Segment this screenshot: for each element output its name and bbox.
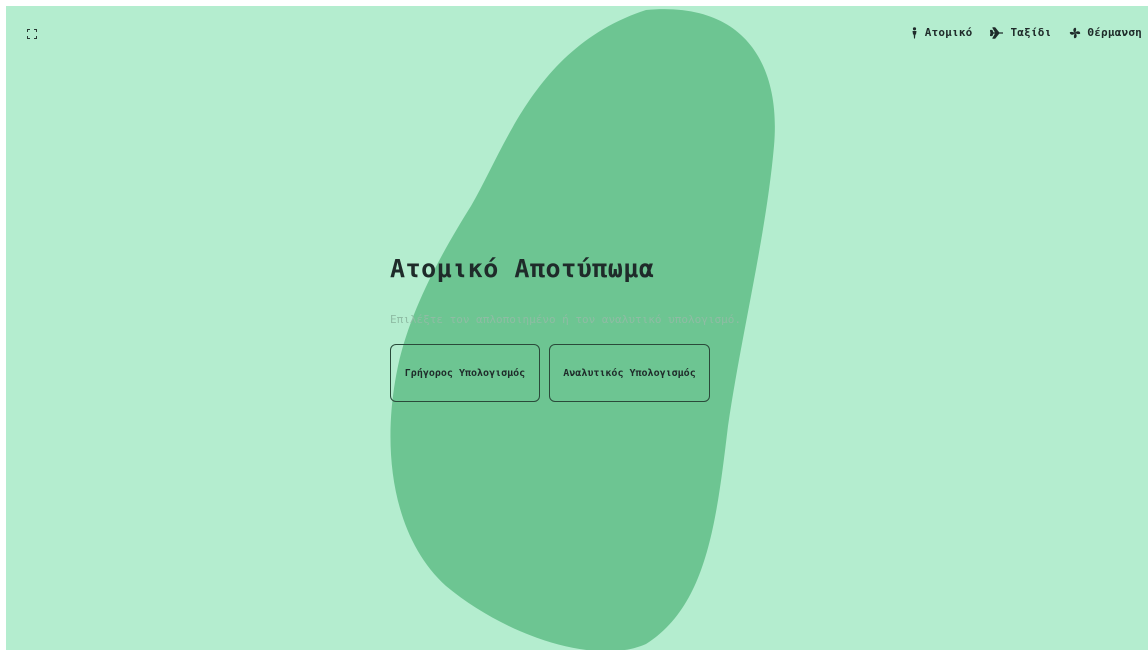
background-blob	[390, 9, 775, 650]
person-icon	[912, 26, 917, 38]
app-canvas: Ατομικό Ταξίδι Θέρμανση Ατομικό Αποτύπωμ…	[6, 6, 1148, 650]
quick-calculation-button[interactable]: Γρήγορος Υπολογισμός	[390, 344, 540, 402]
nav-item-travel-label: Ταξίδι	[1010, 26, 1052, 39]
nav-item-heating[interactable]: Θέρμανση	[1069, 26, 1142, 39]
top-navigation: Ατομικό Ταξίδι Θέρμανση	[910, 26, 1142, 39]
nav-item-personal[interactable]: Ατομικό	[910, 26, 973, 39]
nav-item-travel[interactable]: Ταξίδι	[990, 26, 1051, 39]
calculation-buttons: Γρήγορος Υπολογισμός Αναλυτικός Υπολογισ…	[390, 344, 710, 402]
analytic-calculation-button[interactable]: Αναλυτικός Υπολογισμός	[549, 344, 710, 402]
fullscreen-expand-icon[interactable]	[27, 29, 37, 39]
airplane-icon	[990, 26, 1004, 39]
page-title: Ατομικό Αποτύπωμα	[390, 254, 655, 283]
green-blob-shape	[390, 9, 775, 650]
fan-icon	[1070, 27, 1081, 38]
nav-item-personal-label: Ατομικό	[924, 26, 973, 39]
page-subtitle: Επιλέξτε τον απλοποιημένο ή τον αναλυτικ…	[390, 313, 741, 326]
nav-item-heating-label: Θέρμανση	[1087, 26, 1142, 39]
hero-section: Ατομικό Αποτύπωμα Επιλέξτε τον απλοποιημ…	[390, 254, 741, 326]
